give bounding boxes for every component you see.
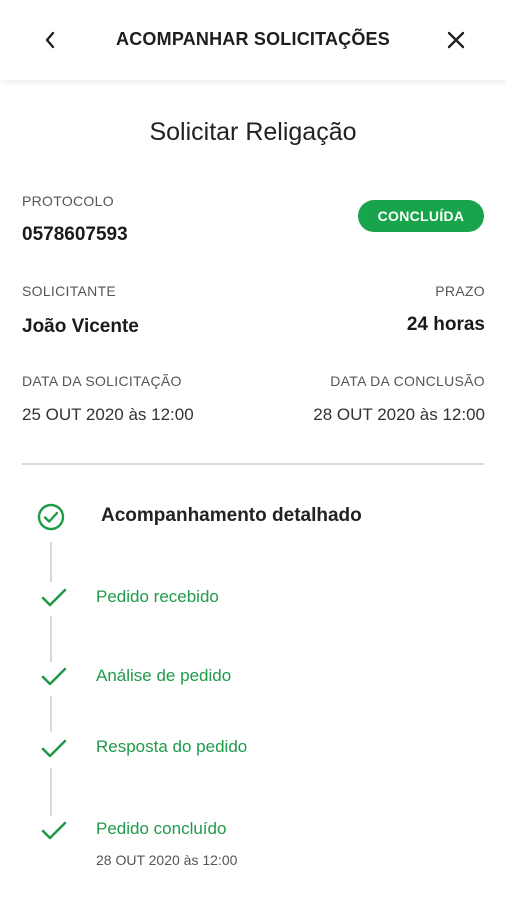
timeline-connector bbox=[50, 542, 52, 582]
conclusion-date-label: DATA DA CONCLUSÃO bbox=[330, 373, 485, 389]
requester-value: João Vicente bbox=[22, 316, 139, 337]
check-circle-icon bbox=[37, 503, 65, 531]
timeline-title: Acompanhamento detalhado bbox=[101, 505, 362, 526]
check-icon bbox=[41, 739, 67, 758]
timeline-connector bbox=[50, 696, 52, 732]
deadline-label: PRAZO bbox=[435, 283, 485, 299]
request-date-label: DATA DA SOLICITAÇÃO bbox=[22, 373, 182, 389]
timeline-step: Análise de pedido bbox=[96, 666, 232, 685]
request-date-value: 25 OUT 2020 às 12:00 bbox=[22, 405, 194, 424]
header-title: ACOMPANHAR SOLICITAÇÕES bbox=[116, 29, 390, 49]
protocol-value: 0578607593 bbox=[22, 224, 128, 245]
section-divider bbox=[22, 463, 484, 465]
timeline-step-date: 28 OUT 2020 às 12:00 bbox=[96, 852, 238, 868]
timeline-step: Pedido concluído bbox=[96, 819, 227, 838]
page-title: Solicitar Religação bbox=[149, 118, 357, 146]
deadline-value: 24 horas bbox=[406, 314, 485, 335]
check-icon bbox=[41, 667, 67, 686]
protocol-label: PROTOCOLO bbox=[22, 193, 114, 209]
close-button[interactable] bbox=[442, 26, 470, 54]
timeline-connector bbox=[50, 768, 52, 816]
conclusion-date-value: 28 OUT 2020 às 12:00 bbox=[313, 405, 485, 424]
timeline-step: Pedido recebido bbox=[96, 587, 219, 606]
check-icon bbox=[41, 588, 67, 607]
close-icon bbox=[447, 31, 465, 49]
check-icon bbox=[41, 821, 67, 840]
timeline-connector bbox=[50, 616, 52, 662]
app-header: ACOMPANHAR SOLICITAÇÕES bbox=[0, 0, 506, 80]
status-badge: CONCLUÍDA bbox=[358, 200, 484, 232]
timeline-step: Resposta do pedido bbox=[96, 737, 248, 756]
requester-label: SOLICITANTE bbox=[22, 283, 117, 299]
